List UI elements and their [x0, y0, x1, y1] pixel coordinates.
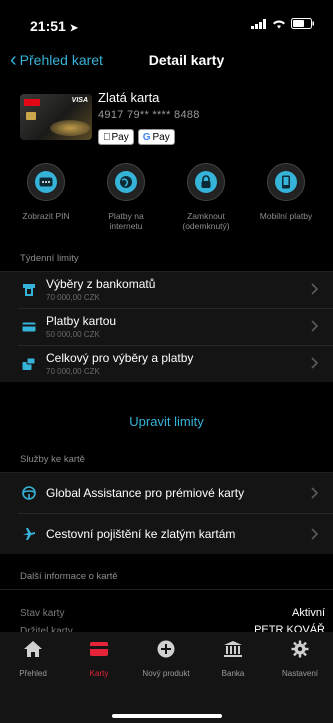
action-label: Platby na internetu [108, 211, 144, 231]
chevron-right-icon [311, 320, 319, 332]
action-circle [187, 163, 225, 201]
tab-overview[interactable]: Přehled [0, 640, 66, 678]
google-pay-label: Pay [145, 131, 170, 143]
card-summary: VISA Zlatá karta 4917 79** **** 8488  P… [20, 90, 320, 150]
divider [0, 589, 333, 590]
limit-title: Celkový pro výběry a platby [46, 351, 194, 365]
show-pin-button[interactable]: Zobrazit PIN [6, 163, 86, 221]
limit-title: Platby kartou [46, 314, 117, 328]
apple-pay-label: Pay [104, 131, 129, 143]
tab-bank[interactable]: Banka [200, 640, 266, 678]
action-label: Mobilní platby [259, 211, 313, 221]
mobile-payments-button[interactable]: Mobilní platby [246, 163, 326, 221]
action-circle [107, 163, 145, 201]
limit-amount: 50 000,00 CZK [46, 330, 100, 339]
service-travel-insurance[interactable]: Cestovní pojištění ke zlatým kartám [0, 514, 333, 554]
limit-row-combined[interactable]: Celkový pro výběry a platby 70 000,00 CZ… [0, 346, 333, 382]
card-glow [50, 120, 90, 136]
card-name: Zlatá karta [98, 90, 160, 105]
service-label: Global Assistance pro prémiové karty [46, 486, 245, 500]
tab-label: Nový produkt [142, 669, 190, 678]
services-section-header: Služby ke kartě [20, 453, 85, 465]
tab-settings[interactable]: Nastavení [267, 640, 333, 678]
action-label: Zobrazit PIN [22, 211, 70, 221]
signal-icon [251, 18, 266, 29]
chevron-right-icon [311, 487, 319, 499]
chevron-right-icon [311, 528, 319, 540]
google-pay-badge: G Pay [135, 129, 175, 145]
lock-icon [195, 171, 217, 193]
limit-title: Výběry z bankomatů [46, 277, 156, 291]
bank-icon [224, 641, 242, 657]
limit-row-atm[interactable]: Výběry z bankomatů 70 000,00 CZK [0, 272, 333, 308]
tab-label: Nastavení [281, 669, 319, 678]
limit-amount: 70 000,00 CZK [46, 293, 100, 302]
combined-icon [22, 357, 36, 370]
card-icon [90, 642, 108, 656]
home-icon [24, 641, 42, 657]
atm-icon [23, 284, 35, 296]
phone-icon [275, 171, 297, 193]
google-icon: G [135, 131, 151, 143]
home-indicator[interactable] [112, 714, 222, 718]
limits-list: Výběry z bankomatů 70 000,00 CZK Platby … [0, 272, 333, 382]
wallet-badges:  Pay G Pay [98, 129, 175, 145]
tab-label: Banka [221, 669, 245, 678]
info-section-header: Další informace o kartě [20, 570, 118, 582]
service-label: Cestovní pojištění ke zlatým kartám [46, 527, 236, 541]
status-indicators [251, 18, 315, 29]
tab-bar: Přehled Karty Nový produkt Banka Nastave… [0, 632, 333, 723]
service-global-assistance[interactable]: Global Assistance pro prémiové karty [0, 473, 333, 513]
limit-row-card[interactable]: Platby kartou 50 000,00 CZK [0, 309, 333, 345]
status-time-text: 21:51 [30, 18, 66, 34]
status-time: 21:51 ➤ [30, 18, 78, 34]
gear-icon [291, 640, 309, 658]
services-list: Global Assistance pro prémiové karty Ces… [0, 473, 333, 554]
tab-new-product[interactable]: Nový produkt [133, 640, 199, 678]
apple-pay-badge:  Pay [98, 129, 134, 145]
battery-icon [291, 18, 314, 29]
action-circle [267, 163, 305, 201]
action-label: Zamknout (odemknutý) [182, 211, 230, 231]
navigation-bar: ‹ Přehled karet Detail karty [0, 46, 333, 76]
chevron-right-icon [311, 283, 319, 295]
edit-limits-button[interactable]: Upravit limity [0, 405, 333, 439]
lock-card-button[interactable]: Zamknout (odemknutý) [166, 163, 246, 231]
apple-icon:  [103, 132, 111, 143]
globe-icon [115, 171, 137, 193]
page-title: Detail karty [148, 52, 225, 68]
tab-label: Přehled [19, 669, 47, 678]
action-circle [27, 163, 65, 201]
card-actions: Zobrazit PIN Platby na internetu Zamknou… [0, 163, 333, 243]
plus-icon [157, 640, 175, 658]
status-bar: 21:51 ➤ [0, 0, 333, 44]
bank-logo [24, 99, 40, 106]
card-number: 4917 79** **** 8488 [98, 109, 200, 121]
limit-amount: 70 000,00 CZK [46, 367, 100, 376]
airplane-icon [23, 528, 35, 540]
pin-dots-icon [35, 171, 57, 193]
card-icon [22, 322, 36, 332]
tab-label: Karty [89, 669, 109, 678]
location-arrow-icon: ➤ [69, 23, 79, 34]
steering-wheel-icon [22, 486, 36, 500]
visa-logo: VISA [71, 97, 88, 104]
tab-cards[interactable]: Karty [66, 640, 132, 678]
chip-icon [26, 112, 36, 120]
wifi-icon [273, 20, 285, 28]
internet-payments-button[interactable]: Platby na internetu [86, 163, 166, 231]
limits-section-header: Týdenní limity [20, 252, 79, 264]
chevron-right-icon [311, 357, 319, 369]
card-image: VISA [20, 94, 92, 140]
